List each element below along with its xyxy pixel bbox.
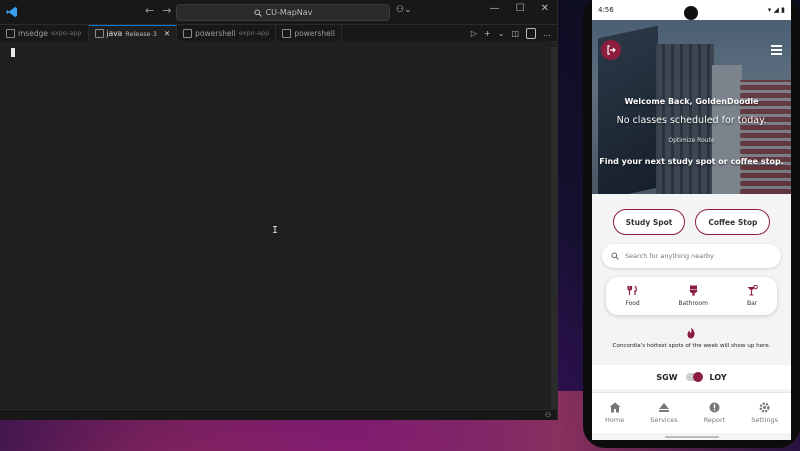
logout-button[interactable]	[601, 40, 621, 60]
campus-toggle[interactable]	[685, 372, 703, 382]
tab-sub-label: expo-app	[50, 29, 82, 37]
tab-sub-label: Release 3	[125, 29, 157, 38]
campus-label-sgw: SGW	[656, 372, 678, 382]
search-bar[interactable]: Search for anything nearby	[602, 244, 781, 268]
services-icon	[658, 403, 669, 412]
welcome-text: Welcome Back, GoldenDoodle	[624, 97, 759, 106]
nav-label: Services	[650, 416, 678, 424]
report-icon	[709, 402, 720, 413]
mouse-ibeam-cursor: I	[272, 225, 279, 236]
forward-icon[interactable]: →	[162, 4, 171, 17]
terminal-actions: ▷ + ⌄ ◫ …	[471, 28, 551, 39]
bottom-navigation: Home Services Report Settings	[592, 392, 791, 433]
terminal-scrollbar[interactable]	[551, 47, 557, 410]
category-food[interactable]: Food	[625, 285, 640, 307]
window-controls: — ☐ ✕	[490, 3, 549, 14]
command-center[interactable]: CU-MapNav	[176, 4, 390, 21]
workspace-title: CU-MapNav	[265, 8, 313, 17]
search-icon	[611, 252, 619, 260]
add-terminal-icon[interactable]: +	[484, 29, 491, 38]
category-bathroom[interactable]: Bathroom	[678, 285, 708, 307]
title-bar: ← → CU-MapNav ⚇⌄ — ☐ ✕	[0, 0, 557, 25]
phone-frame: 4:56 ▾ ◢ ▮ Welcome Back, GoldenDoodle No…	[583, 0, 800, 448]
classes-text: No classes scheduled for today.	[616, 115, 767, 126]
tab-label: java	[106, 29, 123, 38]
split-terminal-icon[interactable]: ◫	[511, 29, 519, 38]
nav-label: Report	[703, 416, 726, 424]
close-icon[interactable]: ✕	[541, 3, 549, 14]
lock-icon[interactable]	[526, 28, 536, 39]
tab-sub-label: expo-app	[238, 29, 270, 37]
status-time: 4:56	[598, 6, 614, 14]
terminal-cursor	[11, 48, 15, 57]
nav-report[interactable]: Report	[703, 402, 726, 424]
home-icon	[609, 402, 621, 413]
coffee-stop-button[interactable]: Coffee Stop	[695, 209, 771, 235]
nav-services[interactable]: Services	[650, 402, 678, 424]
tab-label: msedge	[18, 28, 48, 38]
find-spot-text: Find your next study spot or coffee stop…	[599, 157, 784, 166]
tab-label: powershell	[195, 28, 236, 38]
settings-icon	[759, 402, 770, 413]
terminal-panel[interactable]: I	[0, 41, 551, 410]
status-bar: ⚇	[0, 409, 557, 420]
campus-switch: SGW LOY	[592, 365, 791, 389]
run-icon[interactable]: ▷	[471, 29, 477, 38]
category-bar[interactable]: Bar	[747, 285, 758, 307]
terminal-tab-bar: msedge expo-app java Release 3 ✕ powersh…	[0, 25, 557, 42]
category-label: Food	[625, 300, 640, 307]
app-screen: 4:56 ▾ ◢ ▮ Welcome Back, GoldenDoodle No…	[592, 0, 791, 440]
terminal-icon	[183, 28, 193, 38]
terminal-icon	[282, 28, 292, 38]
camera-cutout	[684, 6, 698, 20]
search-icon	[254, 9, 262, 17]
nav-label: Home	[605, 416, 625, 424]
terminal-tab[interactable]: msedge expo-app	[0, 25, 89, 41]
toggle-knob	[692, 372, 703, 382]
maximize-icon[interactable]: ☐	[516, 3, 525, 14]
more-actions-icon[interactable]: …	[543, 29, 551, 38]
copilot-icon[interactable]: ⚇⌄	[396, 5, 412, 15]
hamburger-menu-icon[interactable]	[771, 45, 782, 57]
nav-settings[interactable]: Settings	[751, 402, 778, 424]
toilet-icon	[689, 285, 698, 296]
nav-arrows: ← →	[145, 4, 171, 17]
terminal-tab-active[interactable]: java Release 3 ✕	[88, 25, 178, 41]
vscode-logo-icon	[3, 3, 21, 21]
chevron-down-icon[interactable]: ⌄	[498, 29, 505, 38]
terminal-icon	[6, 28, 15, 38]
nav-home[interactable]: Home	[605, 402, 624, 424]
hero-banner: Welcome Back, GoldenDoodle No classes sc…	[592, 20, 791, 194]
logout-icon	[607, 45, 616, 55]
hero-overlay	[592, 20, 791, 194]
fire-icon	[687, 327, 695, 339]
terminal-tab[interactable]: powershell	[276, 25, 342, 41]
terminal-icon	[94, 29, 104, 38]
hottest-spots-text: Concordia's hottest spots of the week wi…	[612, 343, 771, 349]
quick-actions: Study Spot Coffee Stop	[592, 209, 791, 235]
minimize-icon[interactable]: —	[490, 3, 500, 14]
vscode-window: ← → CU-MapNav ⚇⌄ — ☐ ✕ msedge expo-app j…	[0, 0, 558, 420]
terminal-tab[interactable]: powershell expo-app	[177, 25, 277, 41]
optimize-route-link[interactable]: Optimize Route	[592, 137, 791, 144]
nav-label: Settings	[751, 416, 778, 424]
cocktail-icon	[747, 285, 758, 296]
status-icons: ▾ ◢ ▮	[767, 6, 785, 14]
category-label: Bathroom	[678, 300, 708, 307]
search-input[interactable]: Search for anything nearby	[625, 252, 714, 260]
tab-label: powershell	[294, 28, 335, 38]
campus-label-loy: LOY	[709, 372, 727, 382]
gesture-home-bar[interactable]	[665, 436, 719, 438]
tab-close-icon[interactable]: ✕	[164, 29, 170, 38]
study-spot-button[interactable]: Study Spot	[612, 209, 686, 235]
back-icon[interactable]: ←	[145, 4, 154, 17]
copilot-status-icon[interactable]: ⚇	[545, 411, 551, 419]
category-label: Bar	[746, 300, 758, 307]
utensils-icon	[627, 285, 637, 295]
category-card: Food Bathroom Bar	[606, 277, 777, 315]
